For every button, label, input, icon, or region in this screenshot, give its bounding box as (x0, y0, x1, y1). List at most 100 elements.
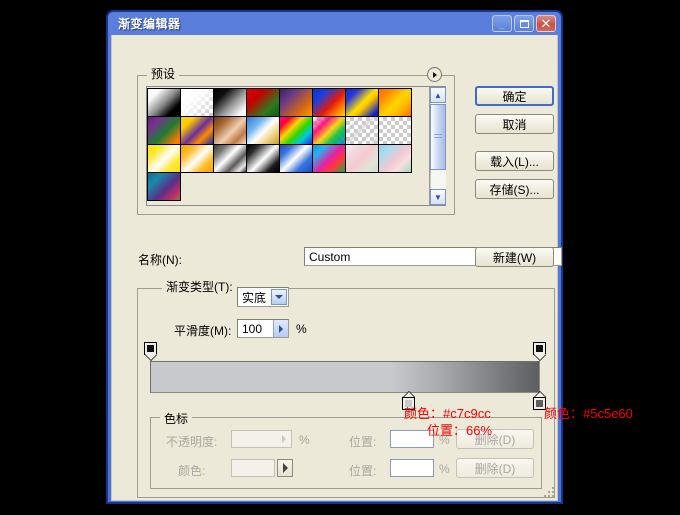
preset-swatch-spectrum[interactable] (279, 116, 313, 145)
swatch-gradient (280, 89, 312, 116)
annotation-position-1: 位置：66% (427, 423, 493, 438)
preset-swatch-orange-yellow-orange[interactable] (378, 88, 412, 117)
save-button[interactable]: 存储(S)... (475, 179, 554, 199)
new-button[interactable]: 新建(W) (475, 247, 554, 267)
swatch-gradient (280, 117, 312, 144)
preset-swatch-violet-green-orange[interactable] (147, 116, 181, 145)
swatch-gradient (313, 117, 345, 144)
swatch-gradient (313, 145, 345, 172)
opacity-percent: % (299, 433, 310, 447)
swatch-gradient (181, 89, 213, 116)
swatch-gradient (181, 117, 213, 144)
swatch-gradient (181, 145, 213, 172)
opacity-stop-left[interactable] (144, 342, 157, 361)
color-stops-group-label: 色标 (160, 410, 193, 427)
annotation-color-2: 颜色：#5c5e60 (544, 406, 633, 421)
color-position-label: 位置: (349, 464, 377, 478)
preset-swatch-yellow-violet-orange-blue[interactable] (180, 116, 214, 145)
preset-swatch-transparent-checker[interactable] (378, 116, 412, 145)
color-swatch-input[interactable] (231, 459, 275, 477)
swatch-gradient (346, 89, 378, 116)
title-bar[interactable]: 渐变编辑器 _ ✕ (111, 12, 558, 35)
minimize-icon: _ (499, 18, 505, 29)
swatch-gradient (247, 89, 279, 116)
minimize-button[interactable]: _ (492, 15, 512, 32)
preset-swatch-yellow-white-yellow[interactable] (147, 144, 181, 173)
preset-swatch-foreground-to-background[interactable] (147, 88, 181, 117)
preset-swatch-blue-yellow-blue[interactable] (345, 88, 379, 117)
opacity-position-label: 位置: (349, 435, 377, 449)
smoothness-input[interactable]: 100 (237, 319, 289, 338)
maximize-icon (519, 19, 529, 28)
swatch-gradient (148, 173, 180, 200)
grip-dot (544, 495, 546, 497)
preset-group: 预设 ▲ ▼ (137, 67, 455, 215)
preset-swatch-violet-orange[interactable] (279, 88, 313, 117)
preset-menu-icon[interactable] (427, 67, 442, 82)
color-position-input[interactable] (390, 459, 434, 477)
preset-scrollbar[interactable]: ▲ ▼ (429, 87, 446, 205)
close-icon: ✕ (540, 15, 552, 31)
swatch-gradient (148, 89, 180, 116)
gradient-type-group: 渐变类型(T): 实底 平滑度(M): 100 % 色标 不透明度: % 位置:… (137, 281, 555, 498)
grip-dot (548, 491, 550, 493)
preset-swatch-black-white[interactable] (213, 88, 247, 117)
preset-swatch-orange-white-orange[interactable] (180, 144, 214, 173)
gradient-fill (151, 362, 539, 392)
preset-list[interactable]: ▲ ▼ (146, 86, 446, 206)
swatch-gradient (214, 89, 246, 116)
smoothness-percent: % (296, 322, 307, 336)
swatch-gradient (148, 145, 180, 172)
ok-button[interactable]: 确定 (475, 86, 554, 106)
gradient-preview-bar[interactable] (150, 361, 540, 393)
swatch-gradient (280, 145, 312, 172)
swatch-gradient (214, 117, 246, 144)
opacity-label: 不透明度: (166, 435, 218, 449)
load-button[interactable]: 载入(L)... (475, 151, 554, 171)
scroll-thumb[interactable] (430, 104, 446, 170)
preset-swatch-teal-violet[interactable] (147, 172, 181, 201)
preset-swatch-blue-magenta-green[interactable] (312, 144, 346, 173)
scroll-down-icon[interactable]: ▼ (430, 189, 446, 205)
preset-swatch-chrome[interactable] (246, 116, 280, 145)
smoothness-label: 平滑度(M): (174, 324, 232, 338)
preset-swatch-blue-white-blue[interactable] (279, 144, 313, 173)
preset-swatch-blue-red-yellow[interactable] (312, 88, 346, 117)
gradient-type-select[interactable]: 实底 (237, 287, 289, 307)
preset-swatch-steel-bar[interactable] (213, 144, 247, 173)
chevron-down-icon[interactable] (271, 289, 287, 305)
grip-dot (548, 495, 550, 497)
preset-group-label: 预设 (147, 68, 180, 80)
smoothness-value: 100 (242, 321, 263, 336)
opacity-stop-right[interactable] (533, 342, 546, 361)
smoothness-slider-icon[interactable] (273, 320, 288, 337)
swatch-gradient (214, 145, 246, 172)
preset-swatch-black-white-black[interactable] (246, 144, 280, 173)
opacity-input[interactable] (231, 430, 292, 448)
swatch-gradient (313, 89, 345, 116)
grip-dot (552, 491, 554, 493)
preset-swatch-grid[interactable] (147, 87, 429, 205)
maximize-button[interactable] (514, 15, 534, 32)
preset-swatch-foreground-to-transparent[interactable] (180, 88, 214, 117)
name-label: 名称(N): (138, 253, 182, 267)
swatch-gradient (379, 145, 411, 172)
color-label: 颜色: (178, 464, 206, 478)
preset-swatch-copper[interactable] (213, 116, 247, 145)
preset-swatch-pastel-pink-green[interactable] (345, 144, 379, 173)
swatch-gradient (379, 89, 411, 116)
preset-swatch-pastel-blue-rose[interactable] (378, 144, 412, 173)
opacity-slider-icon[interactable] (277, 431, 291, 447)
preset-swatch-transparent-rainbow[interactable] (312, 116, 346, 145)
close-button[interactable]: ✕ (536, 15, 556, 32)
preset-swatch-transparent-stripes[interactable] (345, 116, 379, 145)
window-title: 渐变编辑器 (118, 17, 181, 31)
swatch-gradient (346, 117, 378, 144)
cancel-button[interactable]: 取消 (475, 114, 554, 134)
color-position-percent: % (439, 462, 450, 476)
color-picker-arrow-icon[interactable] (277, 459, 293, 477)
color-delete-button[interactable]: 删除(D) (456, 458, 534, 478)
resize-grip[interactable] (541, 484, 555, 498)
preset-swatch-red-green[interactable] (246, 88, 280, 117)
scroll-up-icon[interactable]: ▲ (430, 87, 446, 103)
